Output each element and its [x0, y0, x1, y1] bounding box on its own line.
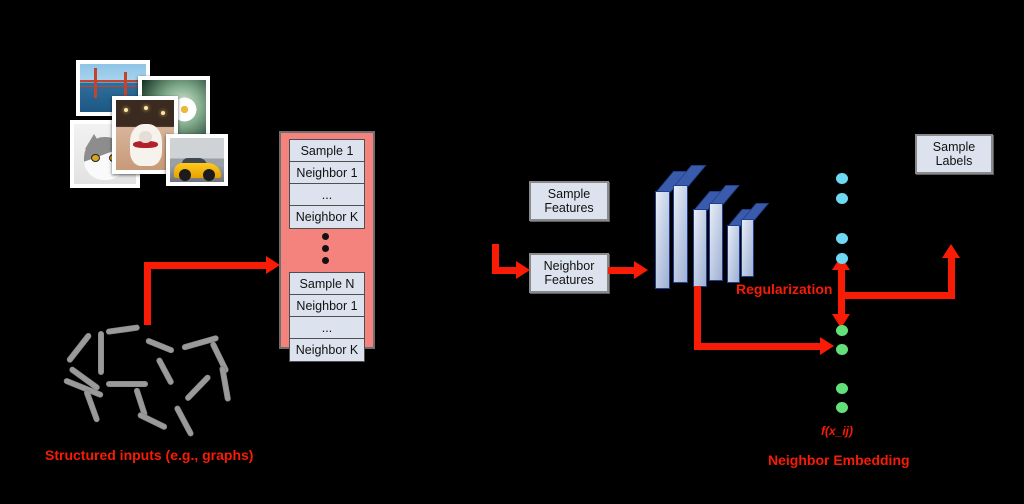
queue-cell: Neighbor K: [289, 205, 365, 229]
sample-features-box: Sample Features: [529, 181, 609, 221]
cnn-slab: [693, 191, 724, 287]
queue-cell: Sample N: [289, 272, 365, 296]
queue-ellipsis-dot: [322, 233, 329, 240]
graph-edge: [98, 331, 104, 375]
sample-labels-line2: Labels: [935, 154, 973, 168]
graph-edge: [173, 404, 195, 438]
neighbor-features-line2: Features: [544, 273, 594, 287]
queue-cell: Neighbor 1: [289, 294, 365, 318]
queue-cell: ...: [289, 316, 365, 340]
graph-sketch: [40, 315, 250, 440]
features-to-cnn-bar: [608, 267, 636, 274]
queue-ellipsis-dot: [322, 257, 329, 264]
sample-labels-line1: Sample: [932, 140, 976, 154]
queue-to-features-bar: [492, 267, 518, 274]
cnn-slab: [673, 165, 707, 283]
graph-edge: [106, 381, 148, 387]
cnn-to-embedding-arrowhead: [820, 337, 834, 355]
labels-path-stem: [948, 256, 955, 296]
neighbor-features-box: Neighbor Features: [529, 253, 609, 293]
graph-to-queue-arrow-bar: [144, 262, 268, 269]
embedding-dot-blue: [836, 253, 848, 264]
neighbor-features-line1: Neighbor: [543, 259, 595, 273]
embedding-dot-green: [836, 383, 848, 394]
diagram-canvas: Sample 1 Neighbor 1 ... Neighbor K Sampl…: [0, 0, 1024, 504]
graph-edge: [183, 373, 212, 403]
labels-path-arrowhead: [942, 244, 960, 258]
embedding-dot-blue: [836, 233, 848, 244]
sample-neighbor-queue: Sample 1 Neighbor 1 ... Neighbor K Sampl…: [279, 131, 375, 362]
embedding-dot-green: [836, 325, 848, 336]
sample-features-line1: Sample: [547, 187, 591, 201]
cnn-to-embedding-bar: [694, 343, 822, 350]
queue-cell: Neighbor K: [289, 338, 365, 362]
car-image: [170, 138, 224, 182]
cnn-stack: [645, 163, 770, 289]
labels-path-bar: [845, 292, 955, 299]
queue-cell: Neighbor 1: [289, 161, 365, 185]
graph-edge: [65, 331, 93, 364]
cnn-slab: [727, 209, 756, 283]
embedding-dot-green: [836, 344, 848, 355]
embedding-formula: f(x_ij): [821, 424, 854, 438]
neighbor-embedding-caption: Neighbor Embedding: [768, 452, 910, 468]
sample-labels-box: Sample Labels: [915, 134, 993, 174]
embedding-dot-green: [836, 402, 848, 413]
graph-to-queue-arrow-stem: [144, 265, 151, 325]
regularization-label: Regularization: [736, 281, 833, 297]
sample-features-line2: Features: [544, 201, 594, 215]
graph-edge: [136, 411, 169, 431]
queue-to-features-arrowhead: [516, 261, 530, 279]
embedding-dot-blue: [836, 173, 848, 184]
embedding-dot-blue: [836, 193, 848, 204]
photo-car: [166, 134, 228, 186]
queue-cell: Sample 1: [289, 139, 365, 163]
graph-to-queue-arrowhead: [266, 256, 280, 274]
cnn-slab: [741, 203, 770, 277]
graph-edge: [105, 324, 141, 335]
queue-cell: ...: [289, 183, 365, 207]
cnn-slab: [709, 185, 740, 281]
graph-edge: [219, 365, 232, 402]
structured-inputs-caption: Structured inputs (e.g., graphs): [45, 447, 254, 463]
queue-ellipsis-dot: [322, 245, 329, 252]
cnn-to-embedding-stem: [694, 286, 701, 350]
graph-edge: [144, 337, 175, 355]
graph-edge: [155, 356, 175, 386]
regularization-stem: [838, 268, 845, 318]
photo-collage: [62, 52, 228, 192]
cnn-slab: [655, 171, 689, 289]
